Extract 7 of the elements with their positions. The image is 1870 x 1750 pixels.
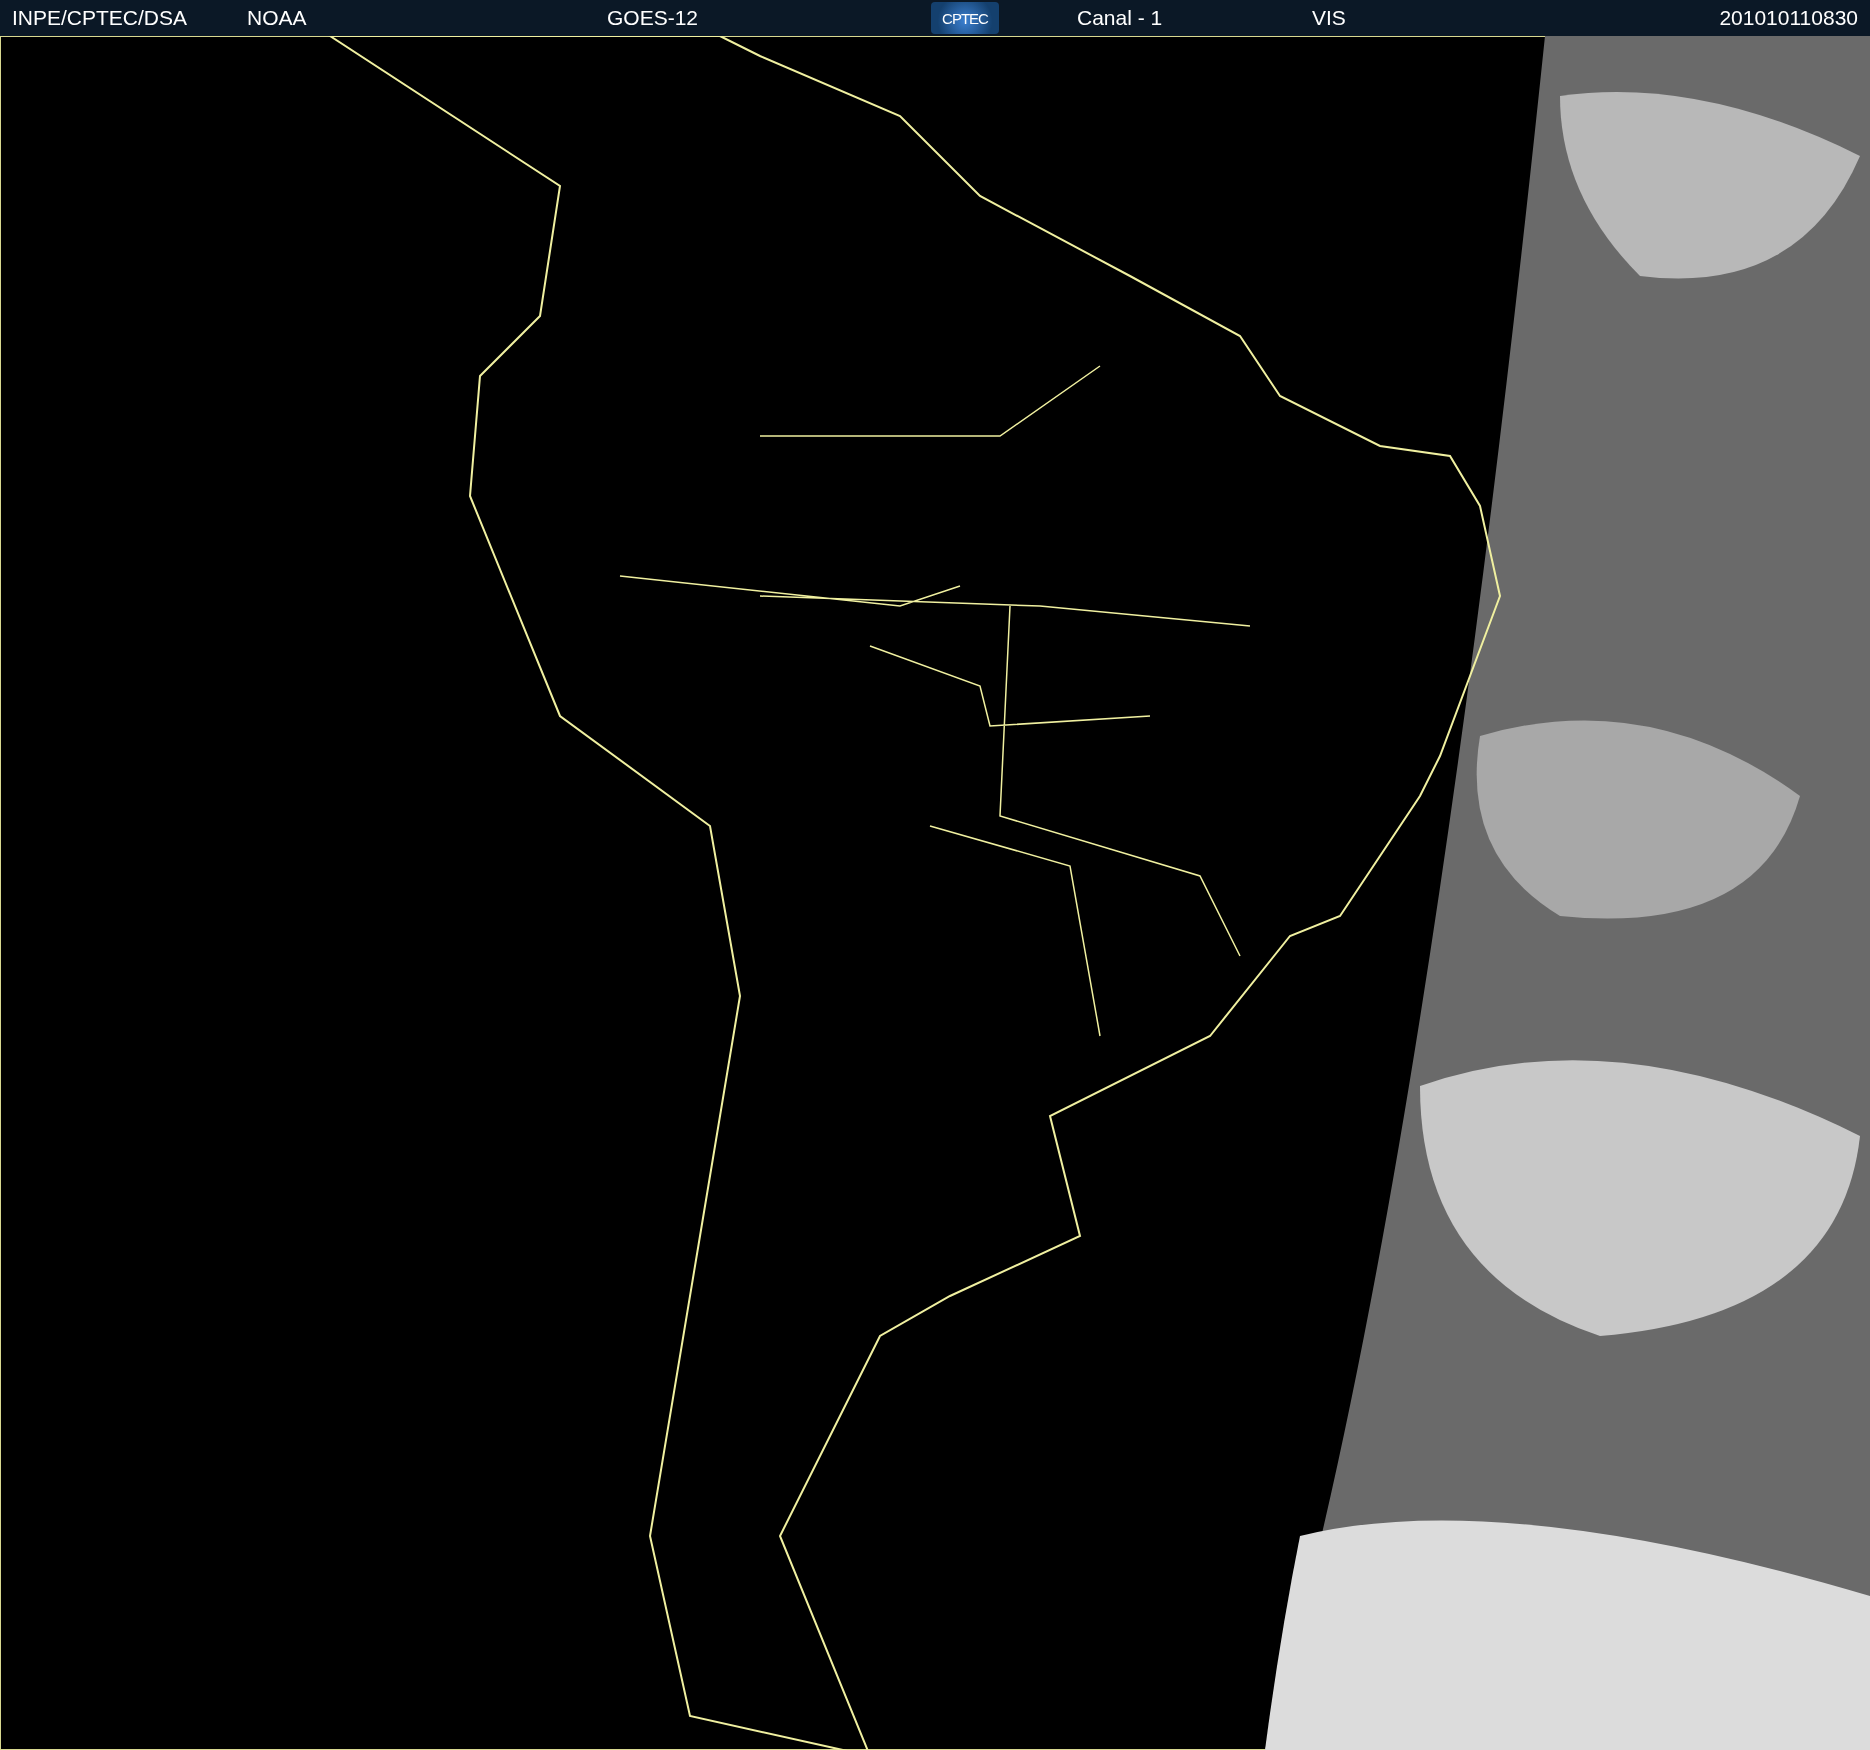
timestamp-label: 201010110830: [1719, 6, 1858, 30]
band-label: VIS: [1312, 6, 1347, 30]
cptec-logo: CPTEC: [931, 2, 999, 34]
channel-label: Canal - 1: [1077, 6, 1164, 30]
agency-label: INPE/CPTEC/DSA: [12, 6, 189, 30]
satellite-label: GOES-12: [607, 6, 700, 30]
source-label: NOAA: [247, 6, 308, 30]
